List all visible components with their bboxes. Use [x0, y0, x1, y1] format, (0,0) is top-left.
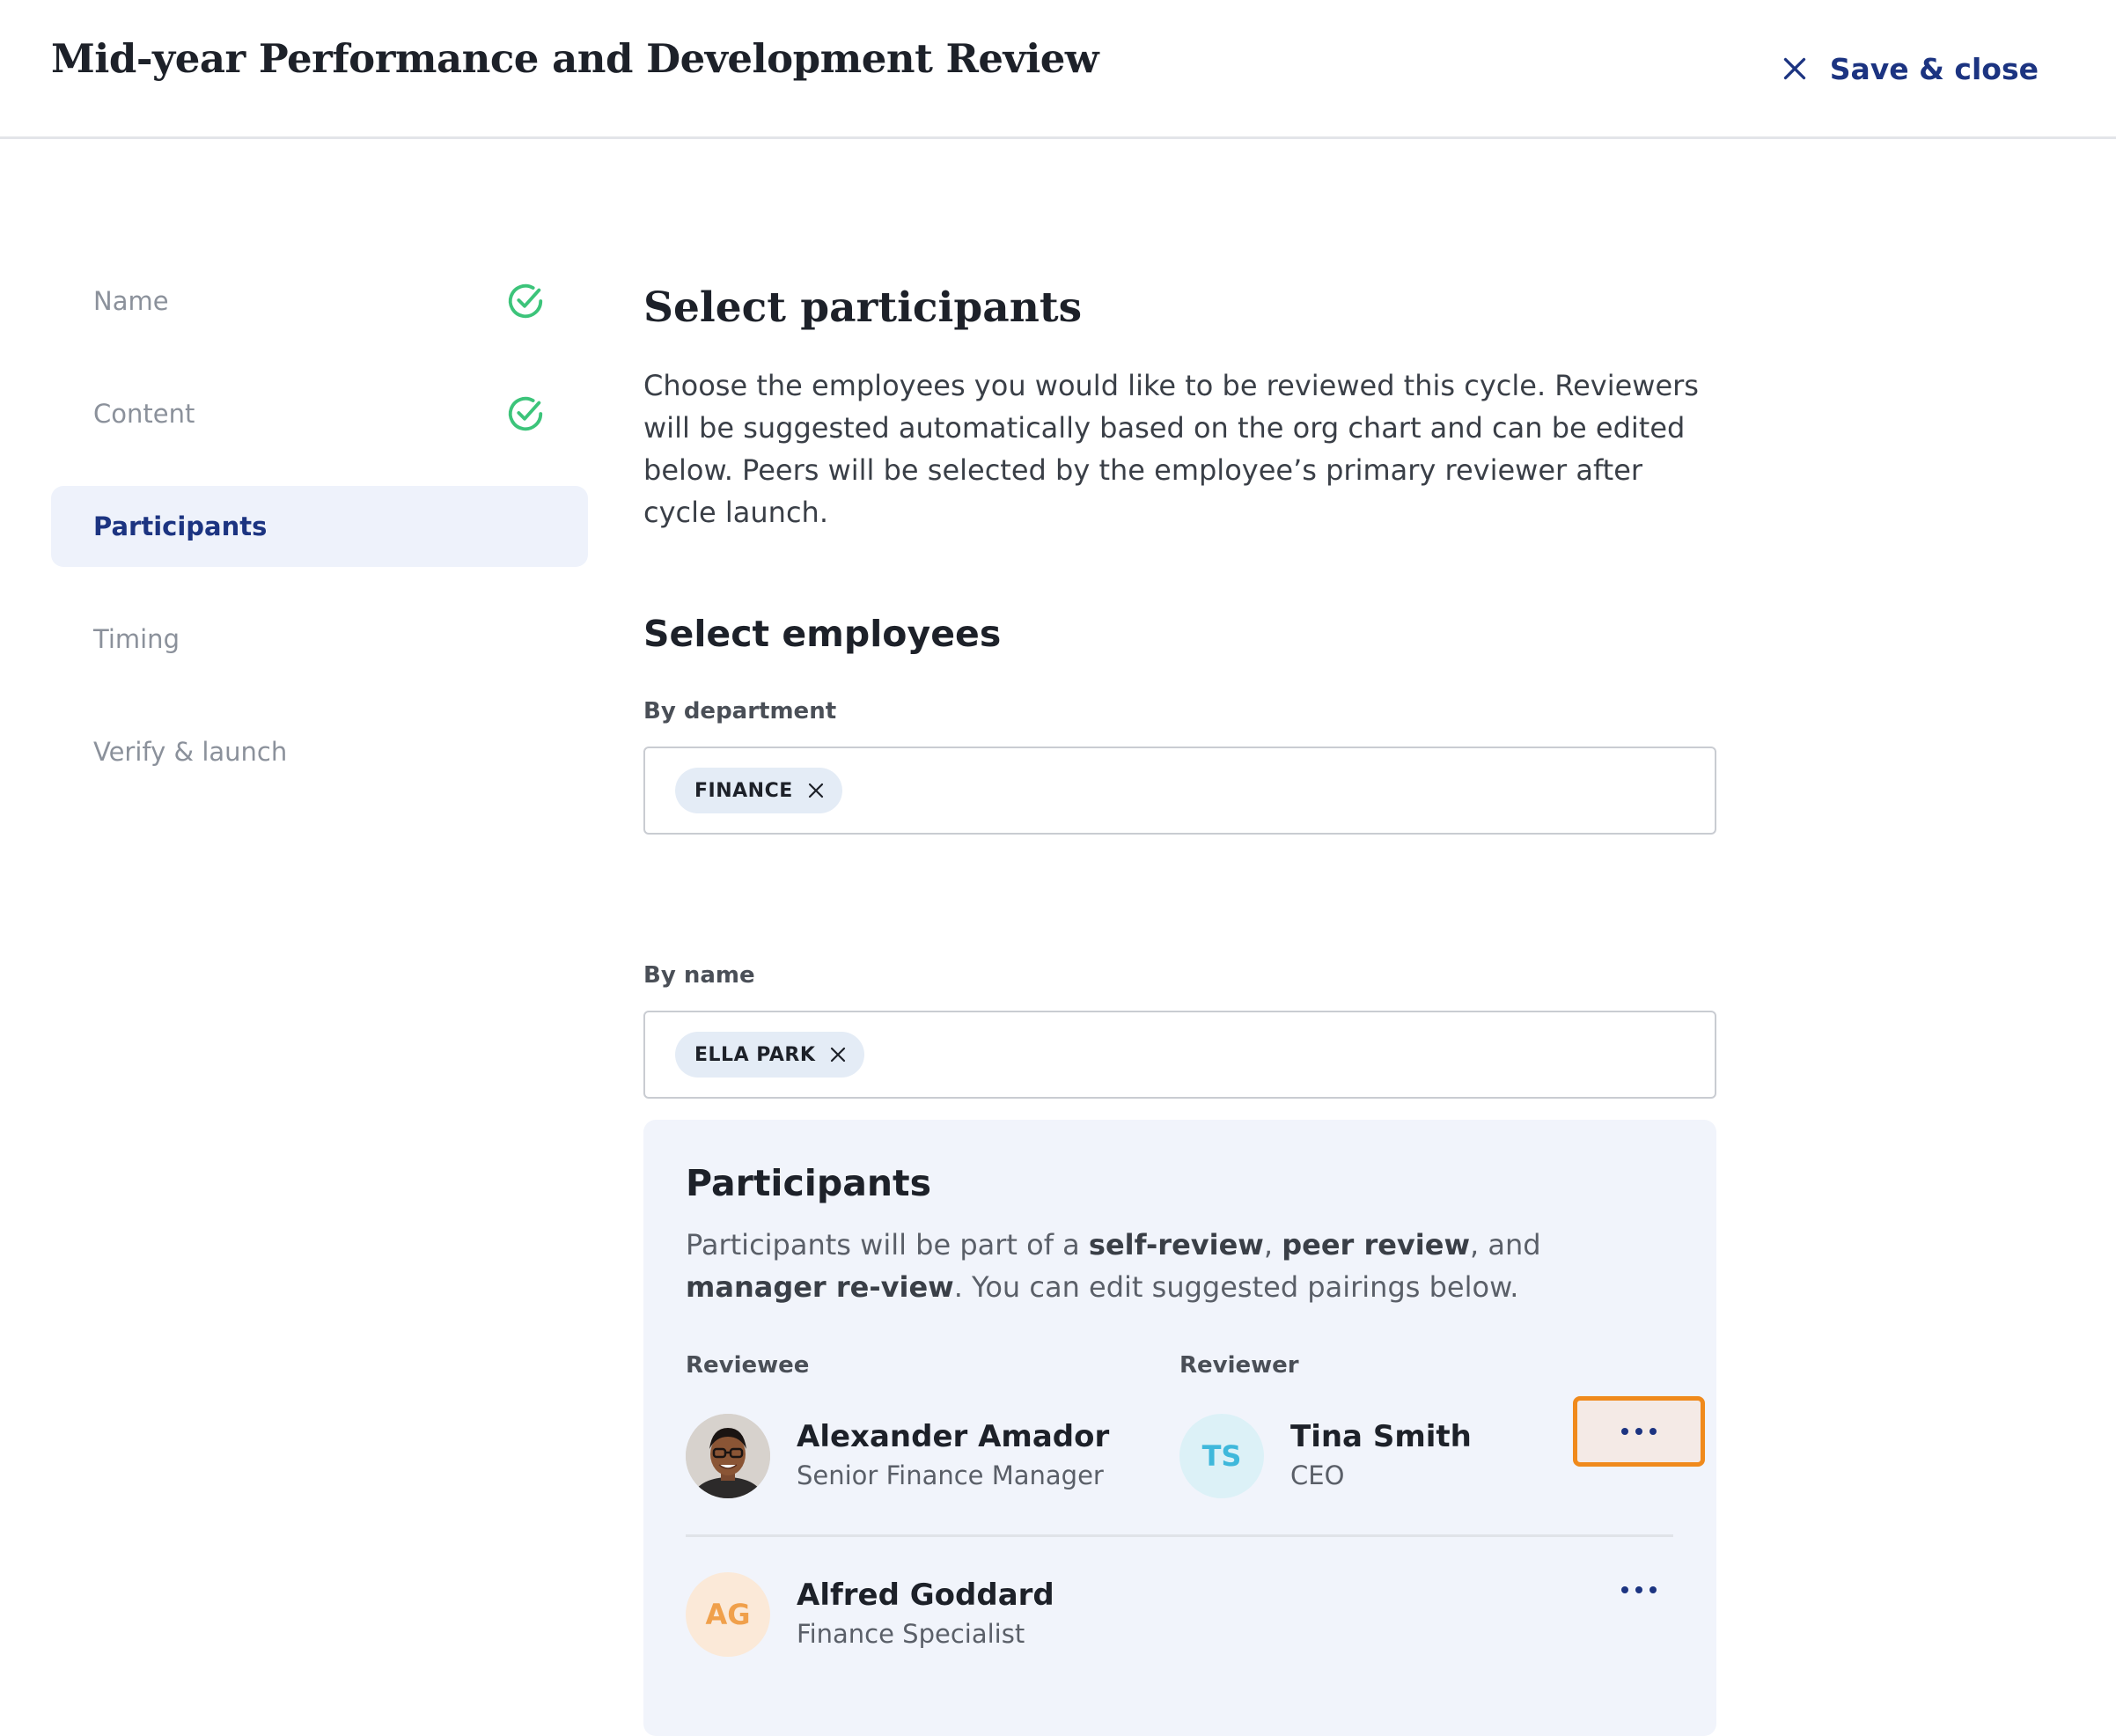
page-header-title: Mid-year Performance and Development Rev… — [51, 35, 1099, 82]
chip-label: ELLA PARK — [694, 1043, 816, 1066]
reviewee-role: Senior Finance Manager — [797, 1460, 1104, 1490]
sidebar-item-participants[interactable]: Participants — [51, 486, 588, 567]
sidebar-item-name[interactable]: Name — [51, 261, 588, 342]
name-field: By name ELLA PARK — [643, 960, 1717, 1099]
sidebar-item-label: Timing — [93, 624, 180, 654]
name-chip: ELLA PARK — [675, 1032, 865, 1078]
check-circle-icon — [505, 394, 546, 434]
department-label: By department — [643, 698, 837, 725]
reviewee-name: Alexander Amador — [797, 1419, 1110, 1454]
avatar: AG — [686, 1572, 770, 1657]
name-input[interactable]: ELLA PARK — [643, 1011, 1716, 1099]
header: Mid-year Performance and Development Rev… — [0, 0, 2116, 139]
main-content: Select participants Choose the employees… — [643, 280, 1717, 1099]
sidebar-item-label: Verify & launch — [93, 737, 288, 767]
chip-label: FINANCE — [694, 779, 793, 802]
reviewer-column-header: Reviewer — [1179, 1352, 1299, 1379]
department-field: By department FINANCE — [643, 695, 1717, 835]
avatar — [686, 1414, 770, 1498]
table-row: Alexander Amador Senior Finance Manager … — [686, 1396, 1705, 1537]
more-horizontal-icon — [1621, 1586, 1657, 1593]
row-more-button[interactable] — [1573, 1555, 1705, 1625]
sidebar-item-label: Participants — [93, 511, 268, 541]
sidebar-item-label: Name — [93, 286, 169, 316]
select-employees-title: Select employees — [643, 613, 1002, 655]
page-title: Select participants — [643, 283, 1083, 332]
close-icon[interactable] — [805, 780, 827, 801]
department-chip: FINANCE — [675, 768, 842, 813]
reviewee-cell[interactable]: AG Alfred Goddard Finance Specialist — [686, 1572, 1054, 1657]
sidebar-steps: Name Content Participants Timing Verify … — [51, 261, 588, 824]
close-icon — [1779, 53, 1811, 85]
sidebar-item-verify-launch[interactable]: Verify & launch — [51, 711, 588, 792]
table-row: AG Alfred Goddard Finance Specialist — [686, 1555, 1673, 1678]
row-more-button[interactable] — [1573, 1396, 1705, 1467]
sidebar-item-label: Content — [93, 399, 195, 429]
save-close-label: Save & close — [1829, 51, 2039, 86]
sidebar-item-content[interactable]: Content — [51, 373, 588, 454]
reviewee-name: Alfred Goddard — [797, 1578, 1054, 1613]
reviewee-cell[interactable]: Alexander Amador Senior Finance Manager — [686, 1414, 1109, 1498]
avatar: TS — [1179, 1414, 1264, 1498]
reviewer-role: CEO — [1290, 1460, 1345, 1490]
department-input[interactable]: FINANCE — [643, 747, 1716, 835]
intro-text: Choose the employees you would like to b… — [643, 369, 1699, 529]
reviewee-role: Finance Specialist — [797, 1619, 1025, 1649]
sidebar-item-timing[interactable]: Timing — [51, 599, 588, 680]
more-horizontal-icon — [1621, 1428, 1657, 1435]
name-label: By name — [643, 962, 755, 989]
reviewer-name: Tina Smith — [1290, 1419, 1472, 1454]
check-circle-icon — [505, 281, 546, 321]
close-icon[interactable] — [827, 1044, 849, 1065]
save-close-button[interactable]: Save & close — [1779, 44, 2039, 93]
reviewee-column-header: Reviewee — [686, 1352, 810, 1379]
participants-description: Participants will be part of a self-revi… — [686, 1228, 1541, 1304]
participants-title: Participants — [686, 1162, 932, 1204]
reviewer-cell[interactable]: TS Tina Smith CEO — [1179, 1414, 1472, 1498]
